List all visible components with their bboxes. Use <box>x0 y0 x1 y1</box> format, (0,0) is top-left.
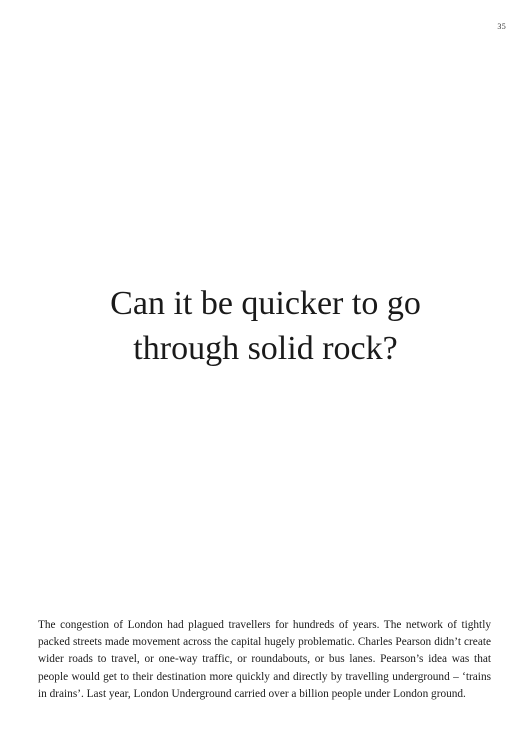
headline-line-2: through solid rock? <box>133 330 398 367</box>
page-number: 35 <box>497 22 506 31</box>
document-page: { "page": { "number": "35" }, "headline"… <box>0 0 531 752</box>
headline-line-1: Can it be quicker to go <box>110 285 421 322</box>
body-paragraph: The congestion of London had plagued tra… <box>38 619 491 700</box>
headline: Can it be quicker to go through solid ro… <box>0 281 531 371</box>
